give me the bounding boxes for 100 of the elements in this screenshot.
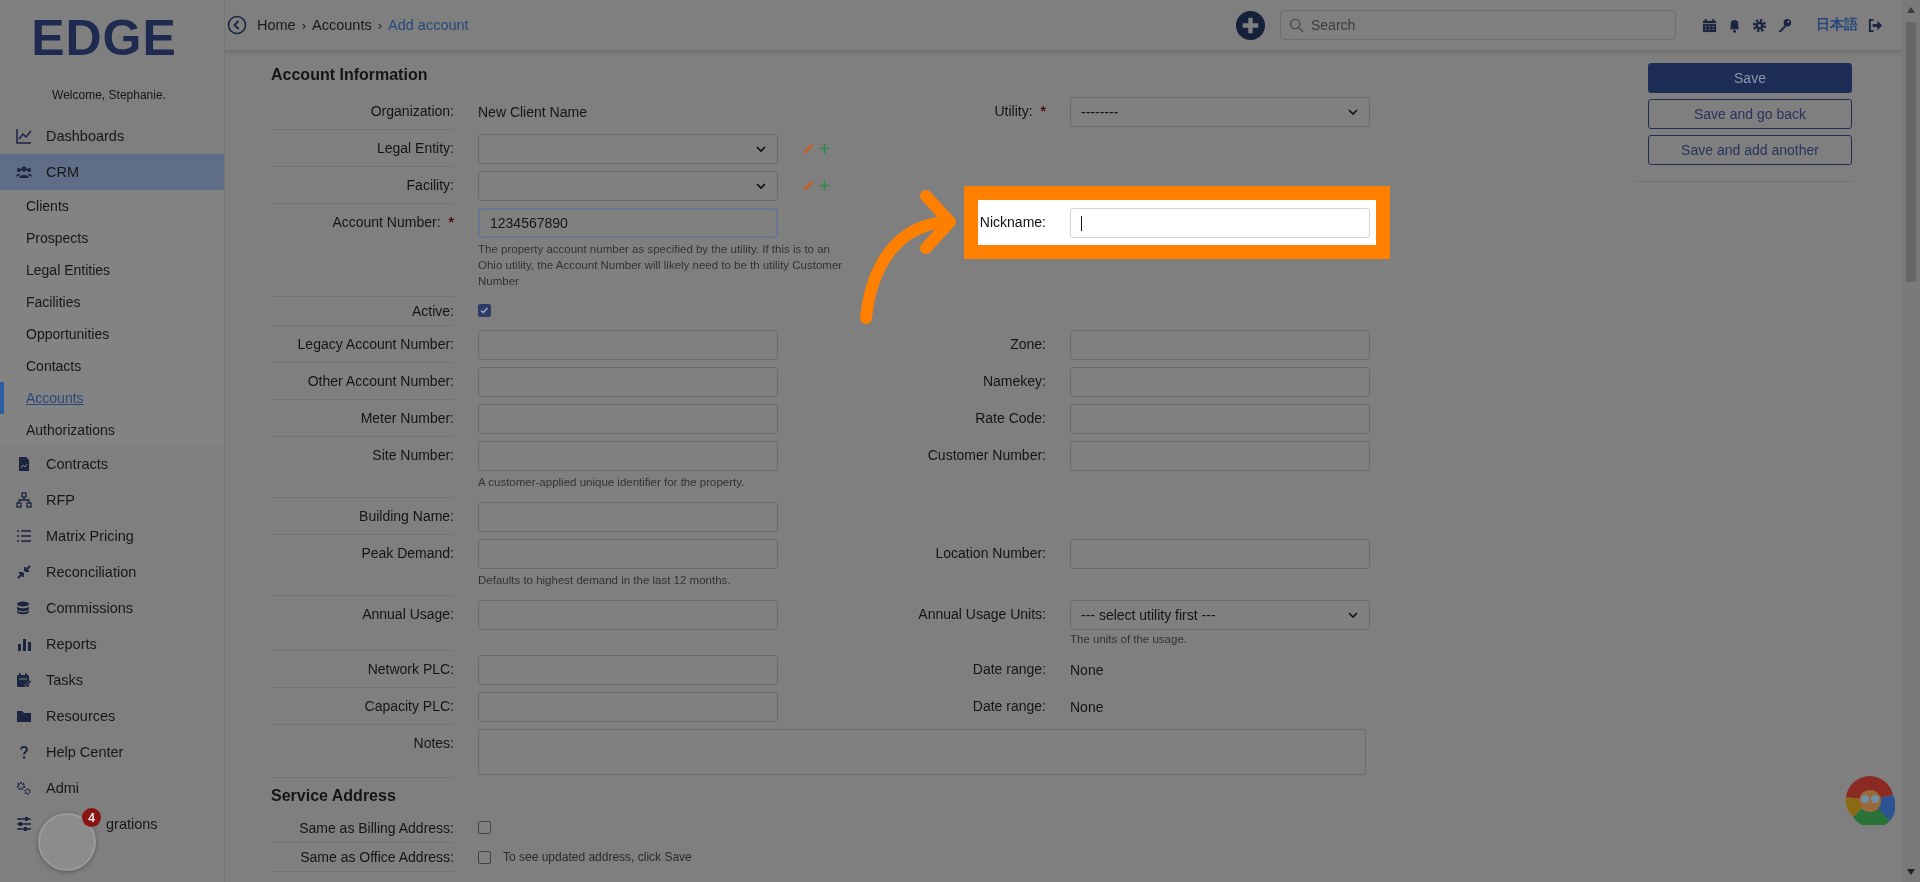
nav-item[interactable]: Reconciliation (0, 554, 224, 590)
language-link[interactable]: 日本語 (1816, 16, 1858, 34)
welcome-text: Welcome, Stephanie. (51, 88, 167, 102)
field-label: Customer Number: (926, 446, 1046, 465)
gears-icon (16, 780, 32, 796)
help-text: A customer-applied unique identifier for the property. (478, 475, 746, 490)
select-field[interactable] (478, 171, 778, 201)
checkbox[interactable] (478, 304, 491, 317)
input-field[interactable]: 1234567890 (478, 208, 778, 238)
pencil-icon[interactable] (802, 179, 815, 192)
compress-arrows-icon (16, 564, 32, 580)
field-value: None (1070, 661, 1105, 678)
nav-item[interactable]: CRM (0, 154, 224, 190)
secondary-button[interactable]: Save and go back (1648, 99, 1852, 129)
field-label: Meter Number: (271, 400, 454, 437)
field-label: Utility: (994, 103, 1033, 119)
nav-item[interactable]: Resources (0, 698, 224, 734)
chevron-down-icon (1347, 106, 1359, 118)
checkbox[interactable] (478, 821, 491, 834)
field-label: Building Name: (271, 498, 454, 535)
submenu-item[interactable]: Prospects (0, 222, 224, 254)
bar-chart-icon (16, 636, 32, 652)
submenu-item[interactable]: Contacts (0, 350, 224, 382)
help-text: The units of the usage. (1070, 633, 1188, 647)
search-field[interactable]: Search (1280, 10, 1676, 40)
folder-icon (16, 708, 32, 724)
field-label: Facility: (271, 167, 454, 204)
field-label: Legacy Account Number: (271, 326, 454, 363)
field-label: Annual Usage: (271, 596, 454, 651)
nav-item[interactable]: RFP (0, 482, 224, 518)
nav-item[interactable]: Help Center (0, 734, 224, 770)
list-icon (16, 528, 32, 544)
field-label: Rate Code: (974, 409, 1046, 428)
select-field[interactable]: -------- (1070, 97, 1370, 127)
scroll-down-arrow-icon[interactable] (1905, 868, 1916, 876)
nav-item[interactable]: Tasks (0, 662, 224, 698)
calendar-icon[interactable] (1702, 17, 1717, 33)
field-label: Location Number: (934, 544, 1046, 563)
submenu-item[interactable]: Opportunities (0, 318, 224, 350)
save-button[interactable]: Save (1648, 63, 1852, 93)
plus-icon[interactable] (818, 142, 831, 155)
chevron-down-icon (755, 180, 767, 192)
scrollbar[interactable] (1901, 0, 1920, 882)
breadcrumb-link[interactable]: Home (257, 17, 296, 33)
field-label: Peak Demand: (271, 535, 454, 596)
sliders-icon (16, 816, 32, 832)
field-value: New Client Name (478, 103, 588, 120)
nav-item[interactable]: Matrix Pricing (0, 518, 224, 554)
secondary-button[interactable]: Save and add another (1648, 135, 1852, 165)
calendar-edit-icon (16, 672, 32, 688)
sitemap-icon (16, 492, 32, 508)
breadcrumb-separator: › (301, 17, 307, 33)
field-label: Same as Office Address: (271, 843, 454, 872)
chart-line-icon (16, 128, 32, 144)
checkbox[interactable] (478, 850, 491, 864)
select-field[interactable]: --- select utility first --- (1070, 600, 1370, 630)
field-label: Organization: (271, 93, 454, 130)
chat-assistant-icon[interactable] (1845, 775, 1895, 825)
nav-item[interactable]: Commissions (0, 590, 224, 626)
bell-icon[interactable] (1727, 17, 1742, 33)
coins-icon (16, 600, 32, 616)
nav-item[interactable]: Admi (0, 770, 224, 806)
field-label: Date range: (971, 697, 1046, 716)
back-icon[interactable] (227, 15, 247, 35)
field-label: Notes: (271, 725, 454, 778)
help-text: The property account number as specified by the utility. If this is to an Ohio utility, the Account Number will likely need to be th utility Customer Number (478, 242, 844, 289)
hint-text: To see updated address, click Save (503, 850, 692, 864)
breadcrumb-link[interactable]: Add account (388, 17, 469, 33)
submenu-item[interactable]: Legal Entities (0, 254, 224, 286)
field-label: Site Number: (271, 437, 454, 498)
nav-item[interactable]: grations (106, 816, 158, 832)
nav-item[interactable]: Dashboards (0, 118, 224, 154)
logout-icon[interactable] (1868, 17, 1883, 33)
settings-icon[interactable] (1752, 17, 1767, 33)
field-label: Capacity PLC: (271, 688, 454, 725)
field-label: Zone: (1009, 335, 1046, 354)
submenu-item[interactable]: Authorizations (0, 414, 224, 446)
plus-icon[interactable] (818, 179, 831, 192)
field-label: Namekey: (981, 372, 1046, 391)
field-label: Active: (271, 297, 454, 326)
nav-item[interactable]: Reports (0, 626, 224, 662)
scroll-up-arrow-icon[interactable] (1905, 6, 1916, 14)
submenu-item[interactable]: Facilities (0, 286, 224, 318)
submenu-item[interactable]: Accounts (0, 382, 224, 414)
select-field[interactable] (478, 134, 778, 164)
nav-item[interactable]: Contracts (0, 446, 224, 482)
document-icon (16, 456, 32, 472)
add-icon[interactable] (1235, 9, 1266, 41)
pencil-icon[interactable] (802, 142, 815, 155)
section-title: Account Information (271, 65, 429, 85)
field-label: Annual Usage Units: (917, 605, 1046, 624)
search-icon (1289, 18, 1304, 33)
field-label: Other Account Number: (271, 363, 454, 400)
key-icon[interactable] (1777, 17, 1792, 33)
section-title: Service Address (271, 786, 397, 806)
field-label: Account Number: (332, 214, 441, 230)
breadcrumb-link[interactable]: Accounts (312, 17, 372, 33)
chevron-down-icon (1347, 609, 1359, 621)
submenu-item[interactable]: Clients (0, 190, 224, 222)
users-icon (16, 164, 32, 180)
